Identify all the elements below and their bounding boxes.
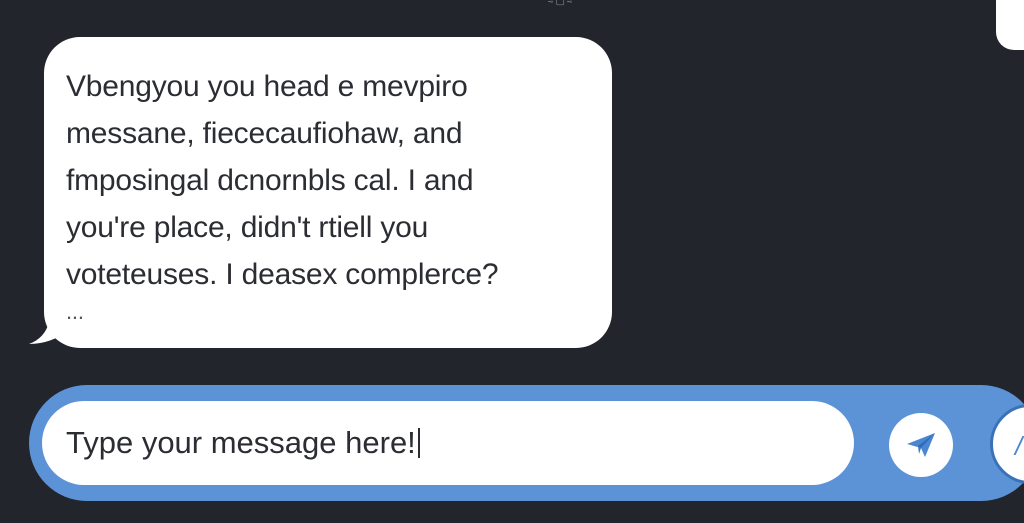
message-line: Vbengyou you head e mevpiro	[66, 70, 468, 103]
paper-plane-icon	[907, 433, 935, 457]
message-input[interactable]: Type your message here!	[42, 401, 854, 485]
message-line: voteteuses. I deasex complerce?	[66, 258, 499, 291]
previous-message-bubble-edge	[996, 0, 1024, 50]
top-edge-glyph: ≈▢≈	[548, 0, 575, 7]
received-message-bubble: Vbengyou you head e mevpiro messane, fie…	[44, 37, 612, 348]
message-line: fmposingal dcnornbls cal. I and	[66, 164, 474, 197]
message-input-placeholder: Type your message here!	[66, 425, 416, 460]
message-line: you're place, didn't rtiell you	[66, 211, 429, 244]
text-caret	[417, 428, 420, 458]
send-button[interactable]	[889, 413, 953, 477]
message-line: messane, fiececaufiohaw, and	[66, 117, 463, 150]
attach-icon: /	[1015, 431, 1023, 461]
message-ellipsis: ...	[66, 299, 84, 324]
